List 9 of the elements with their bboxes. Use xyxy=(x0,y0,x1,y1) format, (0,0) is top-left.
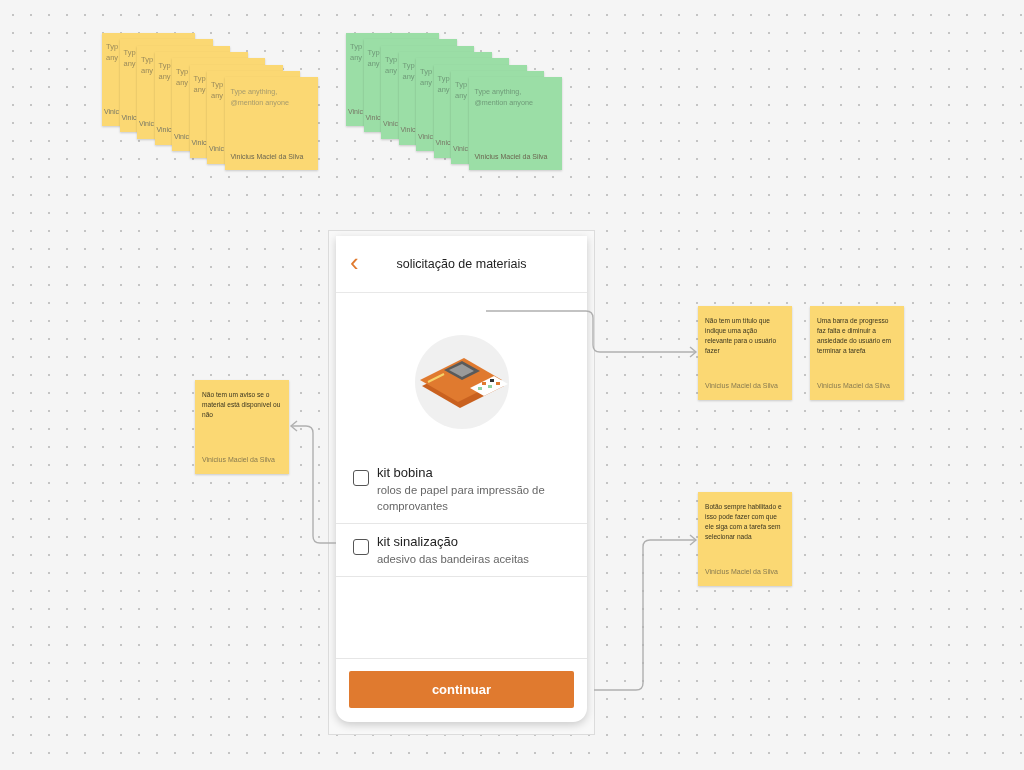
item-title: kit bobina xyxy=(377,464,434,482)
checkbox[interactable] xyxy=(353,539,369,555)
item-description: adesivo das bandeiras aceitas xyxy=(377,552,529,567)
screen-title: solicitação de materiais xyxy=(396,255,527,273)
item-title: kit sinalização xyxy=(377,533,459,551)
back-icon[interactable]: ‹ xyxy=(350,249,359,279)
checkbox[interactable] xyxy=(353,470,369,486)
continue-button[interactable]: continuar xyxy=(349,671,574,708)
item-description: rolos de papel para impressão de comprovantes xyxy=(377,483,546,514)
